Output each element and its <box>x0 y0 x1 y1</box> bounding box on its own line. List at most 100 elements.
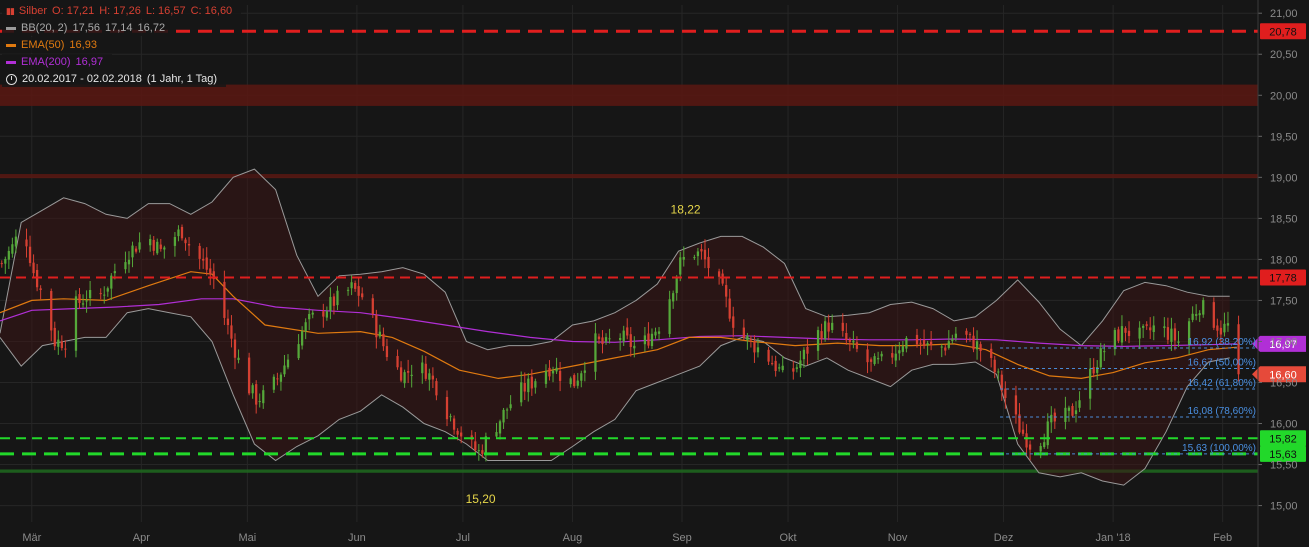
legend-close: C: 16,60 <box>190 5 233 17</box>
candle-body <box>477 450 480 452</box>
y-tick-label: 18,50 <box>1270 213 1298 225</box>
y-tick-label: 16,50 <box>1270 377 1298 389</box>
candle-body <box>4 259 7 264</box>
candle-body <box>1099 348 1102 368</box>
candle-body <box>78 294 81 303</box>
candle-body <box>255 384 258 405</box>
x-tick-label: Apr <box>133 532 150 544</box>
y-tick-label: 19,50 <box>1270 131 1298 143</box>
legend-row-bb[interactable]: BB(20, 2) 17,56 17,14 16,72 <box>2 20 175 36</box>
candle-body <box>926 343 929 345</box>
candle-body <box>703 249 707 260</box>
candle-body <box>802 349 806 360</box>
legend-bb-label: BB(20, 2) <box>21 22 68 34</box>
legend-row-ema200[interactable]: EMA(200) 16,97 <box>2 54 113 70</box>
x-tick-label: Sep <box>672 532 692 544</box>
candle-body <box>85 300 88 302</box>
candle-body <box>371 298 374 314</box>
candle-body <box>728 298 731 319</box>
candle-body <box>753 341 756 353</box>
candle-body <box>0 263 3 265</box>
candle-body <box>905 337 908 349</box>
legend-row-period[interactable]: 20.02.2017 - 02.02.2018 (1 Jahr, 1 Tag) <box>2 71 227 87</box>
ema200-swatch <box>6 60 16 64</box>
candle-body <box>594 333 597 372</box>
candle-body <box>332 296 336 306</box>
candle-body <box>127 259 131 265</box>
candle-body <box>385 346 389 358</box>
legend-row-symbol[interactable]: ▮▮ Silber O: 17,21 H: 17,26 L: 16,57 C: … <box>2 3 242 19</box>
x-tick-label: Okt <box>779 532 796 544</box>
candle-body <box>523 383 526 392</box>
candle-body <box>799 360 802 368</box>
candle-body <box>505 409 509 411</box>
candle-body <box>852 340 855 343</box>
candle-body <box>1089 368 1092 399</box>
candle-body <box>184 239 187 244</box>
candle-body <box>11 244 14 254</box>
candle-body <box>449 416 452 418</box>
candle-body <box>1212 302 1215 328</box>
x-tick-label: Aug <box>563 532 583 544</box>
candle-body <box>915 334 919 345</box>
candle-body <box>947 341 950 348</box>
candle-body <box>152 239 155 251</box>
candle-body <box>569 378 572 385</box>
candle-body <box>346 289 350 291</box>
level-label: 15,82 <box>1269 433 1297 445</box>
candle-body <box>520 382 523 403</box>
legend-ema50-value: 16,93 <box>69 39 97 51</box>
candle-body <box>1103 351 1106 353</box>
fib-label: 16,42 (61,80%) <box>1188 378 1256 389</box>
candle-body <box>1078 400 1081 408</box>
candle-body <box>1014 395 1018 415</box>
candle-body <box>1223 323 1226 333</box>
candle-body <box>329 296 332 311</box>
candle-body <box>258 401 261 403</box>
level-label: 20,78 <box>1269 26 1297 38</box>
candle-body <box>149 238 152 246</box>
candle-body <box>279 374 283 382</box>
level-label: 17,78 <box>1269 272 1297 284</box>
legend-ema50-label: EMA(50) <box>21 39 65 51</box>
candle-body <box>1124 328 1127 333</box>
candle-body <box>742 327 745 338</box>
candle-body <box>421 362 424 374</box>
candle-body <box>1117 329 1120 341</box>
candle-body <box>156 241 159 254</box>
candle-body <box>1050 414 1053 423</box>
candle-body <box>820 331 823 340</box>
candle-body <box>113 271 116 274</box>
candle-body <box>573 375 576 387</box>
candle-body <box>601 337 604 345</box>
candle-body <box>880 353 883 357</box>
candle-body <box>1000 374 1003 391</box>
candle-body <box>693 257 696 259</box>
candle-body <box>311 312 314 315</box>
y-tick-label: 20,00 <box>1270 90 1298 102</box>
y-tick-label: 18,00 <box>1270 254 1298 266</box>
candle-body <box>14 236 18 247</box>
legend-row-ema50[interactable]: EMA(50) 16,93 <box>2 37 106 53</box>
legend-bb-v2: 17,14 <box>105 22 133 34</box>
candle-body <box>558 370 562 381</box>
x-tick-label: Feb <box>1213 532 1232 544</box>
candle-body <box>548 367 551 377</box>
candle-body <box>1173 328 1177 341</box>
candle-body <box>262 390 265 404</box>
candle-body <box>583 370 586 373</box>
candle-body <box>474 441 477 451</box>
candle-body <box>930 341 933 346</box>
candle-body <box>1170 328 1173 342</box>
candle-body <box>551 370 555 374</box>
candle-body <box>668 299 671 334</box>
candle-body <box>544 370 548 384</box>
candle-body <box>555 367 558 372</box>
candle-body <box>647 333 650 346</box>
candle-body <box>604 337 608 342</box>
candle-body <box>1163 326 1166 329</box>
candle-body <box>576 380 579 386</box>
candle-body <box>597 336 601 340</box>
candle-body <box>32 262 35 274</box>
candle-body <box>848 340 851 342</box>
